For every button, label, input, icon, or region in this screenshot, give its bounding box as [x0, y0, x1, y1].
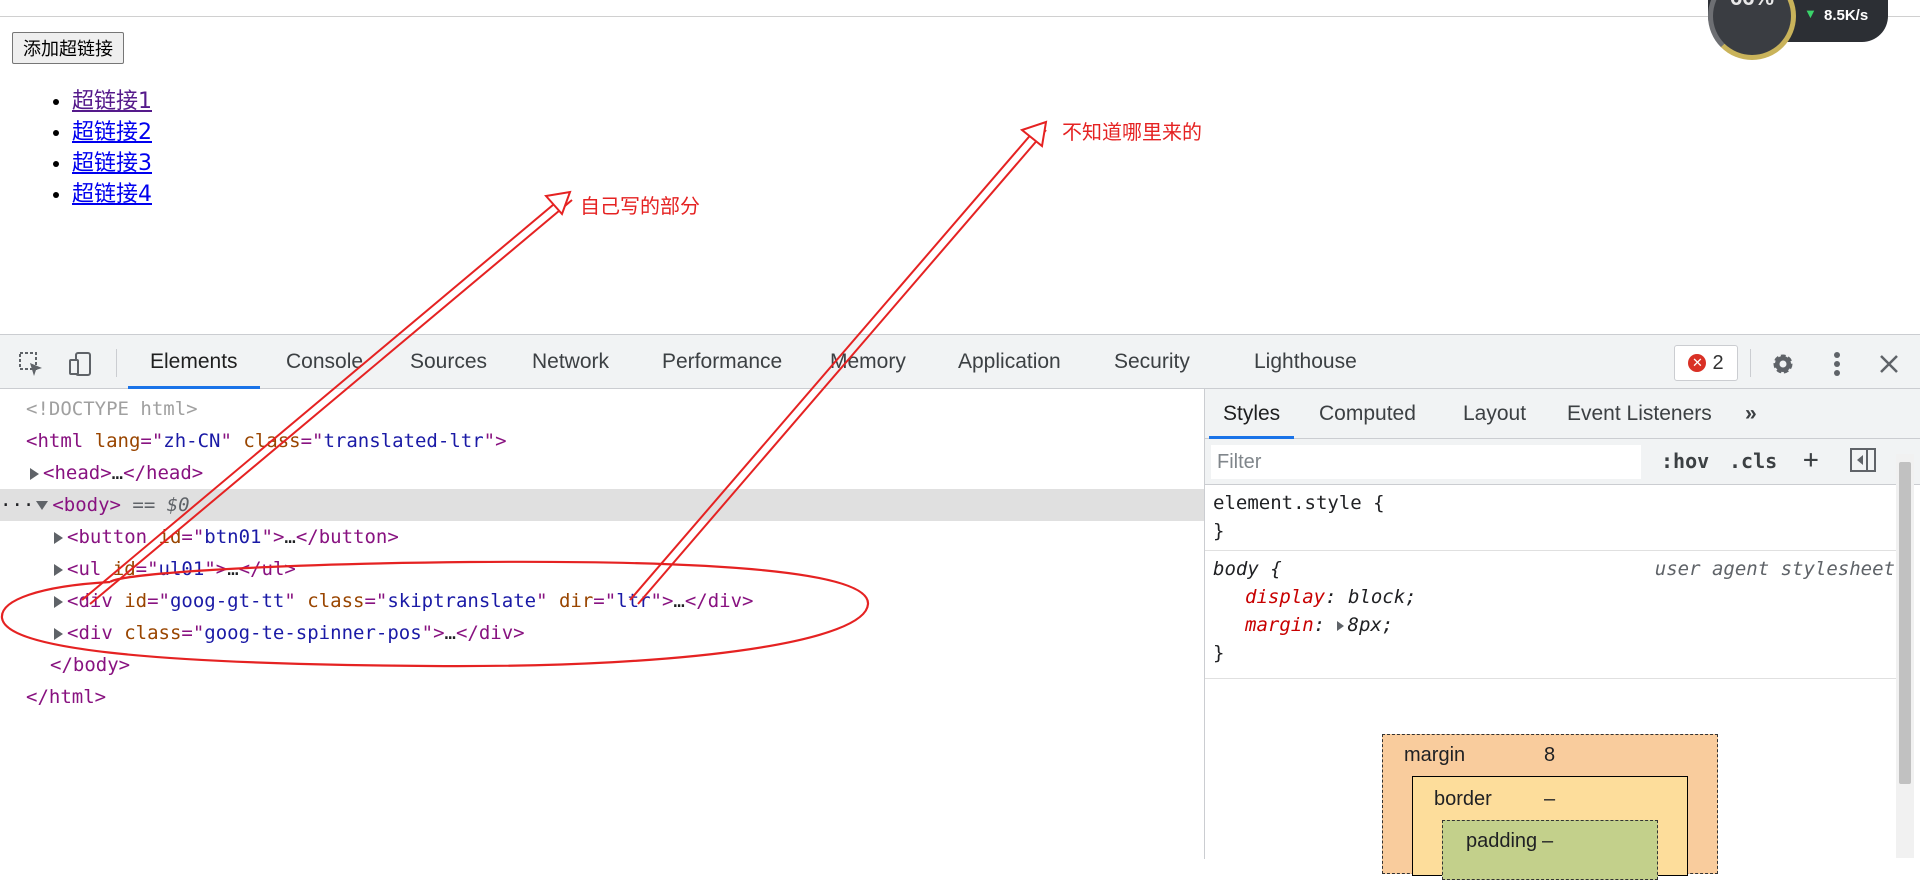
toggle-sidebar-icon[interactable] — [1849, 447, 1877, 478]
expand-triangle-icon[interactable] — [30, 467, 39, 480]
device-toolbar-icon[interactable] — [64, 347, 98, 381]
expand-triangle-icon[interactable] — [54, 563, 63, 576]
error-count-badge[interactable]: ✕ 2 — [1674, 345, 1738, 381]
toolbar-separator — [116, 349, 117, 377]
tab-performance[interactable]: Performance — [640, 335, 804, 389]
annotation-own-part: 自己写的部分 — [580, 194, 700, 218]
link-3[interactable]: 超链接3 — [72, 151, 152, 176]
dom-line-body[interactable]: ··· <body> == $0 — [0, 489, 1204, 521]
css-value-margin[interactable]: 8px; — [1348, 614, 1394, 636]
speed-percent-ring: 66% — [1708, 0, 1796, 60]
add-link-button[interactable]: 添加超链接 — [12, 32, 124, 64]
dom-line-button[interactable]: <button id="btn01">…</button> — [0, 521, 1204, 553]
rule-close-brace: } — [1213, 520, 1225, 542]
close-devtools-icon[interactable] — [1872, 347, 1906, 381]
list-item: 超链接1 — [72, 86, 152, 117]
new-style-rule-plus-icon[interactable]: + — [1803, 445, 1819, 475]
dom-line-goog-gt-tt[interactable]: <div id="goog-gt-tt" class="skiptranslat… — [0, 585, 1204, 617]
more-options-icon[interactable] — [1822, 347, 1852, 381]
tab-elements[interactable]: Elements — [128, 335, 260, 389]
tab-application[interactable]: Application — [936, 335, 1083, 389]
collapse-triangle-icon[interactable] — [36, 501, 49, 510]
box-model-border-value[interactable]: – — [1544, 788, 1555, 811]
expand-triangle-icon[interactable] — [54, 595, 63, 608]
styles-tabbar: Styles Computed Layout Event Listeners » — [1205, 389, 1920, 439]
annotation-unknown-source: 不知道哪里来的 — [1062, 120, 1202, 144]
element-style-selector[interactable]: element.style { — [1205, 489, 1905, 517]
styles-filter-input[interactable] — [1211, 445, 1641, 479]
css-value-display[interactable]: block; — [1348, 586, 1417, 608]
rule-close-brace: } — [1213, 642, 1225, 664]
page-top-divider — [0, 16, 1920, 17]
dom-line-html-close[interactable]: </html> — [0, 681, 1204, 713]
expand-triangle-icon[interactable] — [54, 627, 63, 640]
error-icon: ✕ — [1688, 354, 1707, 372]
body-selector[interactable]: body — [1213, 558, 1259, 580]
inspect-element-icon[interactable] — [14, 347, 48, 381]
box-model-padding-label: padding — [1466, 830, 1538, 852]
styles-filter-row: :hov .cls + — [1205, 439, 1920, 485]
link-2[interactable]: 超链接2 — [72, 120, 152, 145]
tab-security[interactable]: Security — [1092, 335, 1212, 389]
tab-event-listeners[interactable]: Event Listeners — [1553, 389, 1726, 439]
tab-network[interactable]: Network — [510, 335, 631, 389]
box-model-margin-label: margin — [1404, 744, 1466, 766]
box-model-border-label: border — [1434, 788, 1492, 810]
expand-shorthand-triangle-icon[interactable] — [1336, 620, 1344, 631]
tab-styles[interactable]: Styles — [1209, 389, 1295, 439]
class-toggle[interactable]: .cls — [1729, 449, 1777, 473]
dom-line-html[interactable]: <html lang="zh-CN" class="translated-ltr… — [0, 425, 1204, 457]
tab-computed[interactable]: Computed — [1305, 389, 1430, 439]
tab-layout[interactable]: Layout — [1449, 389, 1540, 439]
error-count: 2 — [1712, 351, 1724, 374]
hover-state-toggle[interactable]: :hov — [1661, 449, 1709, 473]
user-agent-stylesheet-label: user agent stylesheet — [1654, 558, 1895, 580]
download-arrow-icon: ▼ — [1804, 6, 1817, 21]
dom-line-body-close[interactable]: </body> — [0, 649, 1204, 681]
elements-dom-tree: <!DOCTYPE html> <html lang="zh-CN" class… — [0, 389, 1204, 859]
network-speed-widget[interactable]: 66% ▼ 8.5K/s — [1708, 0, 1888, 60]
body-user-agent-rule: body {user agent stylesheet display: blo… — [1205, 555, 1905, 679]
css-property-display[interactable]: display — [1245, 586, 1325, 608]
styles-scrollbar[interactable] — [1896, 454, 1914, 858]
tab-lighthouse[interactable]: Lighthouse — [1232, 335, 1379, 389]
more-tabs-chevron-icon[interactable]: » — [1731, 389, 1771, 439]
list-item: 超链接4 — [72, 179, 152, 210]
expand-triangle-icon[interactable] — [54, 531, 63, 544]
speed-rate: 8.5K/s — [1824, 7, 1869, 24]
page-viewport: 添加超链接 超链接1 超链接2 超链接3 超链接4 66% ▼ 8.5K/s 自… — [0, 0, 1920, 334]
dom-line-head[interactable]: <head>…</head> — [0, 457, 1204, 489]
box-model-margin-value[interactable]: 8 — [1544, 744, 1555, 767]
tab-memory[interactable]: Memory — [808, 335, 928, 389]
toolbar-separator — [1750, 349, 1751, 377]
box-model-padding-value[interactable]: – — [1542, 830, 1553, 853]
settings-gear-icon[interactable] — [1766, 347, 1800, 381]
dom-line-ul[interactable]: <ul id="ul01">…</ul> — [0, 553, 1204, 585]
link-4[interactable]: 超链接4 — [72, 182, 152, 207]
list-item: 超链接3 — [72, 148, 152, 179]
link-1[interactable]: 超链接1 — [72, 89, 152, 114]
dom-line-goog-spinner[interactable]: <div class="goog-te-spinner-pos">…</div> — [0, 617, 1204, 649]
dom-line-doctype[interactable]: <!DOCTYPE html> — [0, 393, 1204, 425]
scrollbar-thumb[interactable] — [1899, 462, 1911, 784]
list-item: 超链接2 — [72, 117, 152, 148]
css-property-margin[interactable]: margin — [1245, 614, 1314, 636]
link-list: 超链接1 超链接2 超链接3 超链接4 — [44, 86, 152, 210]
element-style-rule: element.style { } — [1205, 489, 1905, 551]
devtools-tabbar: Elements Console Sources Network Perform… — [0, 335, 1920, 389]
tab-console[interactable]: Console — [264, 335, 385, 389]
tab-sources[interactable]: Sources — [388, 335, 509, 389]
